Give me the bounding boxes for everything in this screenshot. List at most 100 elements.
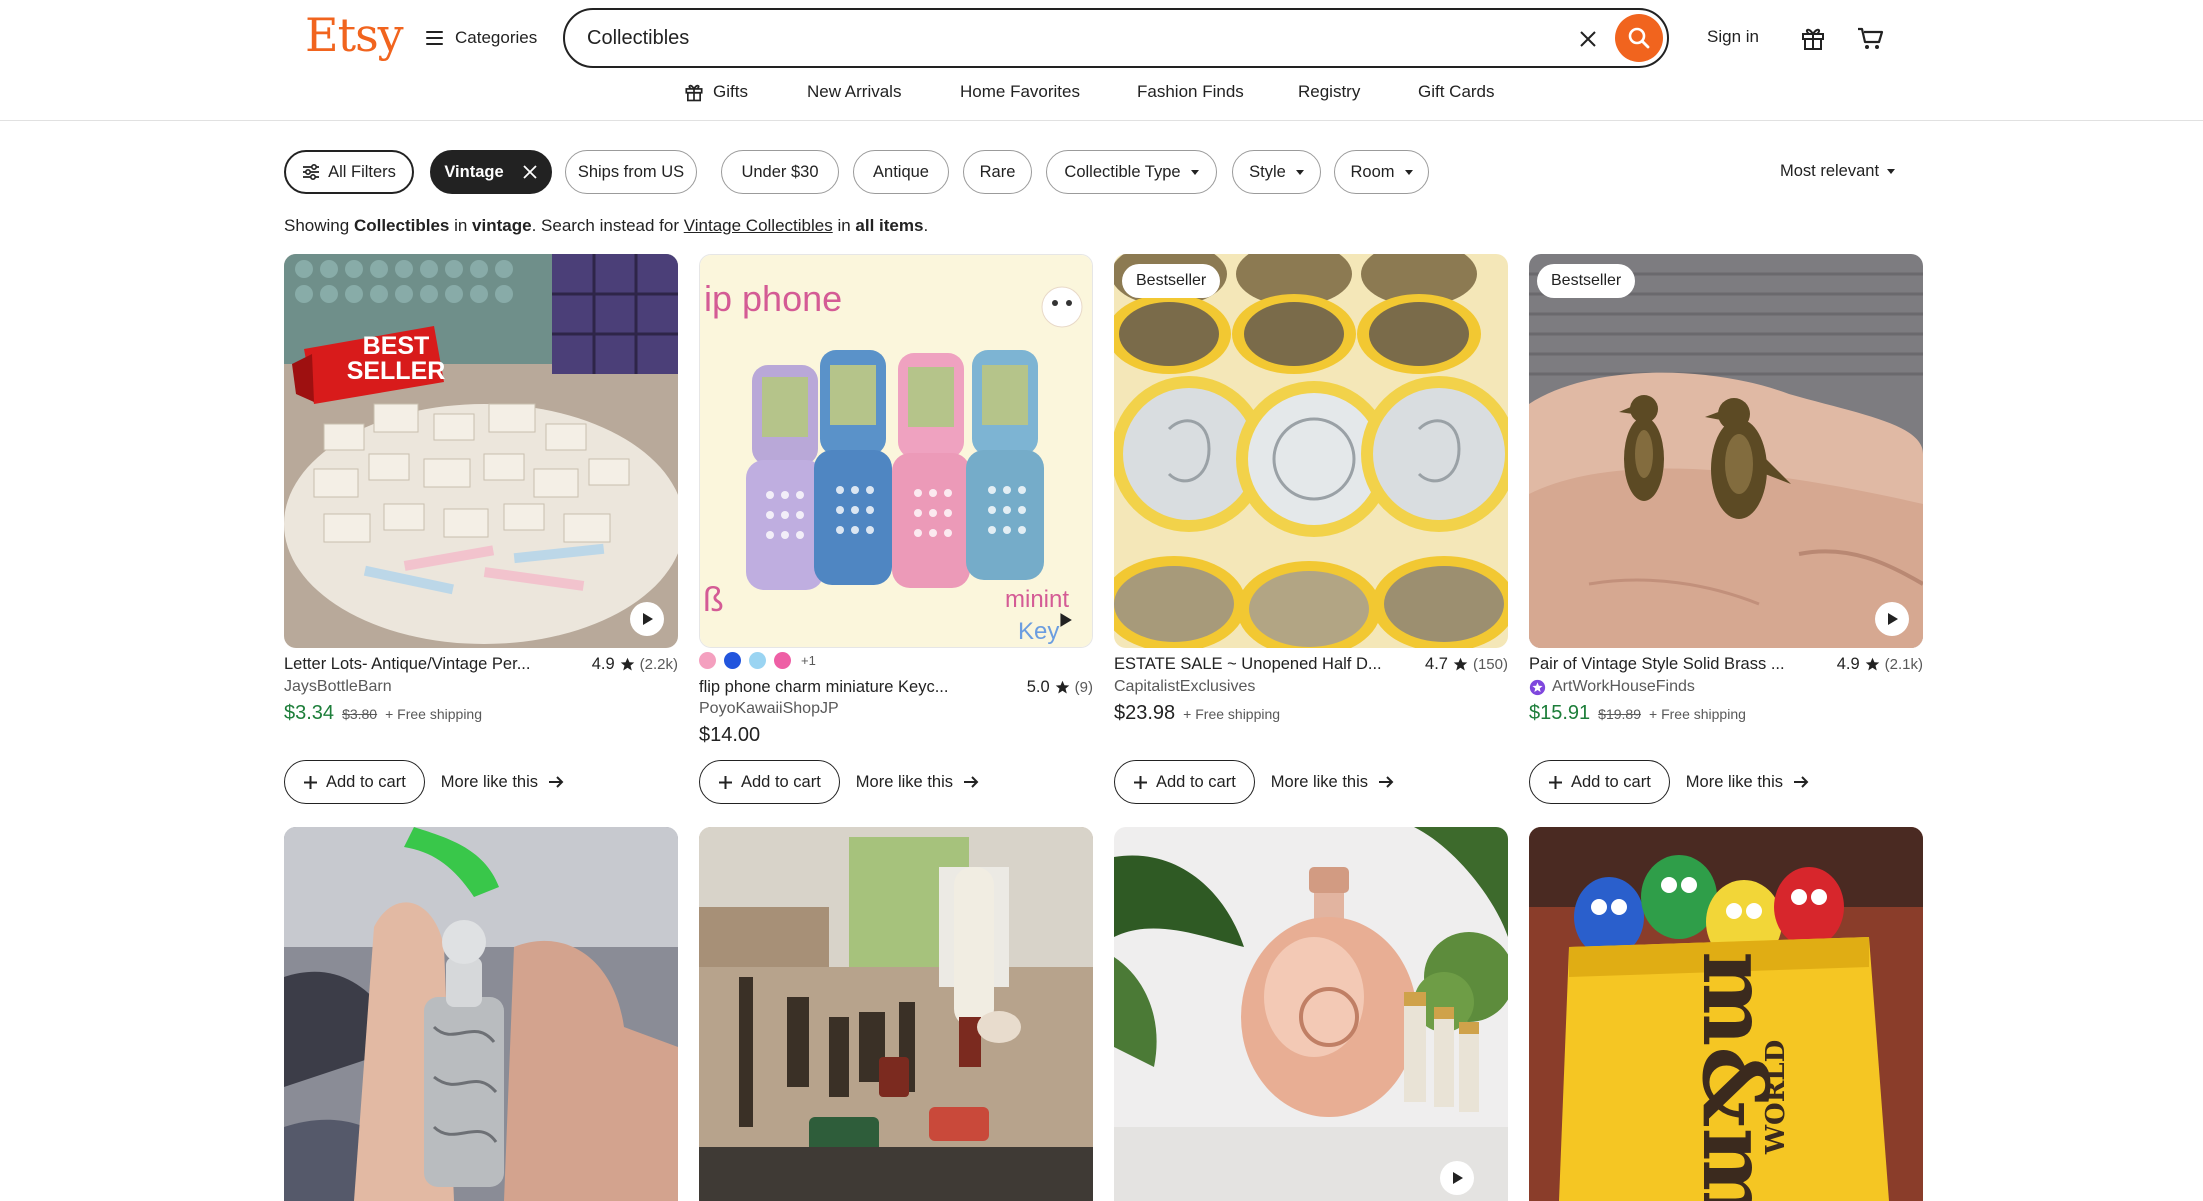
- sort-dropdown[interactable]: Most relevant: [1780, 162, 1896, 181]
- antique-chip[interactable]: Antique: [853, 150, 949, 194]
- cart-icon[interactable]: [1854, 22, 1886, 54]
- nav-new-arrivals[interactable]: New Arrivals: [807, 82, 901, 102]
- add-to-cart-label: Add to cart: [326, 772, 406, 791]
- more-like-this-link[interactable]: More like this: [1271, 773, 1394, 792]
- vintage-filter-chip[interactable]: Vintage: [430, 150, 552, 194]
- shop-name[interactable]: JaysBottleBarn: [284, 678, 392, 696]
- star-icon: [1055, 680, 1069, 693]
- listing-image[interactable]: Bestseller: [1114, 254, 1508, 648]
- site-header: Etsy Categories Sign in Gifts New Arriva…: [0, 0, 2203, 121]
- all-filters-button[interactable]: All Filters: [284, 150, 414, 194]
- star-icon: [1865, 657, 1879, 670]
- play-video-button[interactable]: [630, 602, 664, 636]
- play-video-button[interactable]: [1048, 603, 1082, 637]
- shop-name[interactable]: PoyoKawaiiShopJP: [699, 700, 839, 718]
- original-price: $19.89: [1598, 706, 1641, 722]
- under-30-chip[interactable]: Under $30: [721, 150, 839, 194]
- etsy-logo[interactable]: Etsy: [305, 8, 404, 62]
- listing-image[interactable]: m&m WORLD: [1529, 827, 1923, 1201]
- image-text: BEST: [363, 332, 430, 360]
- info-query: Collectibles: [353, 216, 450, 235]
- more-like-this-link[interactable]: More like this: [441, 773, 564, 792]
- room-dropdown[interactable]: Room: [1334, 150, 1429, 194]
- more-like-this-link[interactable]: More like this: [1686, 773, 1809, 792]
- ships-from-us-chip[interactable]: Ships from US: [565, 150, 697, 194]
- play-icon: [1453, 1172, 1463, 1184]
- caret-down-icon: [1295, 169, 1304, 175]
- rating-value: 4.7: [1425, 654, 1448, 673]
- listing-rating: 5.0 (9): [1027, 678, 1093, 697]
- image-text: SELLER: [347, 357, 446, 385]
- rating-value: 5.0: [1026, 677, 1050, 696]
- play-video-button[interactable]: [1440, 1161, 1474, 1195]
- listing-title[interactable]: flip phone charm miniature Keyc...: [699, 678, 948, 697]
- info-category: vintage: [472, 216, 532, 235]
- shop-name-row[interactable]: ArtWorkHouseFinds: [1529, 678, 1695, 696]
- sale-price: $3.34: [284, 702, 335, 724]
- review-count: (9): [1074, 678, 1093, 696]
- info-text: . Search instead for: [531, 216, 684, 235]
- nav-fashion-finds[interactable]: Fashion Finds: [1137, 82, 1244, 102]
- plus-icon: [719, 775, 732, 789]
- main-nav: Gifts New Arrivals Home Favorites Fashio…: [0, 82, 2203, 108]
- original-price: $3.80: [342, 706, 378, 722]
- listing-image[interactable]: ip phone ß minint Key: [699, 254, 1093, 648]
- listing-title[interactable]: ESTATE SALE ~ Unopened Half D...: [1114, 655, 1382, 674]
- price-row: $3.34 $3.80 + Free shipping: [284, 702, 482, 725]
- listing-image[interactable]: [699, 827, 1093, 1201]
- review-count: (150): [1472, 655, 1508, 673]
- price-row: $15.91 $19.89 + Free shipping: [1529, 702, 1746, 725]
- gift-icon[interactable]: [1797, 22, 1829, 54]
- search-instead-link[interactable]: Vintage Collectibles: [684, 216, 833, 235]
- color-swatch[interactable]: [749, 652, 766, 669]
- listing-image[interactable]: BEST SELLER: [284, 254, 678, 648]
- play-video-button[interactable]: [1875, 602, 1909, 636]
- color-swatch[interactable]: [774, 652, 791, 669]
- color-swatch[interactable]: [699, 652, 716, 669]
- style-dropdown[interactable]: Style: [1232, 150, 1321, 194]
- filter-bar: All Filters Vintage Ships from US Under …: [284, 150, 1924, 194]
- more-colors-count: +1: [801, 653, 816, 668]
- collectible-type-dropdown[interactable]: Collectible Type: [1046, 150, 1217, 194]
- add-to-cart-button[interactable]: Add to cart: [1529, 760, 1670, 804]
- listing-title[interactable]: Pair of Vintage Style Solid Brass ...: [1529, 655, 1785, 674]
- color-swatch[interactable]: [724, 652, 741, 669]
- nav-label: Gifts: [713, 82, 748, 101]
- plus-icon: [1549, 775, 1562, 789]
- nav-gift-cards[interactable]: Gift Cards: [1418, 82, 1495, 102]
- card-actions: Add to cart More like this: [284, 760, 564, 804]
- nav-registry[interactable]: Registry: [1298, 82, 1360, 102]
- star-icon: [620, 657, 634, 670]
- clear-search-icon[interactable]: [1573, 24, 1603, 54]
- shop-name: ArtWorkHouseFinds: [1552, 678, 1695, 695]
- add-to-cart-button[interactable]: Add to cart: [284, 760, 425, 804]
- caret-down-icon: [1190, 169, 1199, 175]
- play-icon: [643, 613, 653, 625]
- listing-title[interactable]: Letter Lots- Antique/Vintage Per...: [284, 655, 530, 674]
- sign-in-link[interactable]: Sign in: [1707, 27, 1759, 47]
- search-input[interactable]: [587, 22, 1487, 54]
- search-button[interactable]: [1615, 14, 1663, 62]
- nav-home-favorites[interactable]: Home Favorites: [960, 82, 1080, 102]
- price: $14.00: [699, 724, 761, 746]
- search-bar: [563, 8, 1669, 68]
- plus-icon: [1134, 775, 1147, 789]
- image-text: WORLD: [1761, 1040, 1791, 1155]
- nav-gifts[interactable]: Gifts: [684, 82, 748, 102]
- add-to-cart-button[interactable]: Add to cart: [1114, 760, 1255, 804]
- listing-rating: 4.9 (2.2k): [592, 655, 678, 674]
- rare-chip[interactable]: Rare: [963, 150, 1032, 194]
- listing-image[interactable]: Bestseller: [1529, 254, 1923, 648]
- hamburger-icon: [426, 31, 443, 45]
- more-like-this-label: More like this: [1685, 772, 1783, 791]
- more-like-this-link[interactable]: More like this: [856, 773, 979, 792]
- info-scope: all items: [855, 216, 924, 235]
- listing-image[interactable]: [284, 827, 678, 1201]
- shop-name[interactable]: CapitalistExclusives: [1114, 678, 1255, 696]
- info-text: Showing: [284, 216, 354, 235]
- close-icon[interactable]: [522, 164, 538, 180]
- add-to-cart-button[interactable]: Add to cart: [699, 760, 840, 804]
- categories-button[interactable]: Categories: [426, 24, 537, 52]
- listing-image[interactable]: [1114, 827, 1508, 1201]
- chip-label: All Filters: [328, 162, 396, 181]
